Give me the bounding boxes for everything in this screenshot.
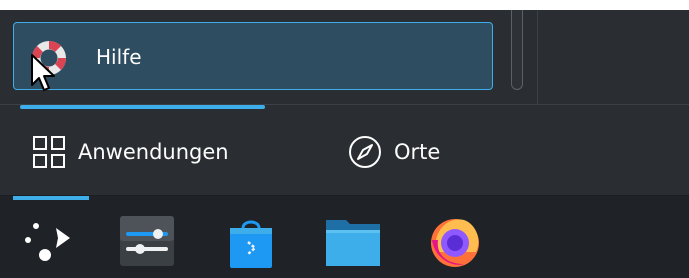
- favorites-scrollbar[interactable]: [511, 10, 523, 90]
- compass-icon: [349, 136, 381, 168]
- application-launcher-popup: Hilfe Anwendungen Orte: [0, 10, 689, 196]
- tab-places-label: Orte: [394, 140, 441, 164]
- top-strip: [0, 0, 689, 10]
- taskbar-panel: [0, 196, 689, 278]
- application-launcher-icon[interactable]: [14, 210, 76, 272]
- screen: Hilfe Anwendungen Orte: [0, 0, 689, 278]
- tab-places[interactable]: Orte: [348, 128, 440, 176]
- favorite-item-help[interactable]: Hilfe: [13, 22, 493, 90]
- taskbar-active-indicator: [13, 196, 89, 200]
- tab-applications-label: Anwendungen: [78, 140, 229, 164]
- discover-icon[interactable]: [220, 210, 282, 272]
- favorites-column: Hilfe: [0, 10, 538, 105]
- favorite-item-label: Hilfe: [96, 45, 142, 69]
- file-manager-icon[interactable]: [322, 210, 384, 272]
- mouse-pointer-icon: [31, 54, 55, 91]
- applications-pane: [538, 10, 689, 105]
- grid-icon: [33, 136, 65, 168]
- system-settings-icon[interactable]: [116, 210, 178, 272]
- tab-applications[interactable]: Anwendungen: [32, 128, 229, 176]
- firefox-icon[interactable]: [424, 210, 486, 272]
- active-tab-indicator: [20, 105, 265, 109]
